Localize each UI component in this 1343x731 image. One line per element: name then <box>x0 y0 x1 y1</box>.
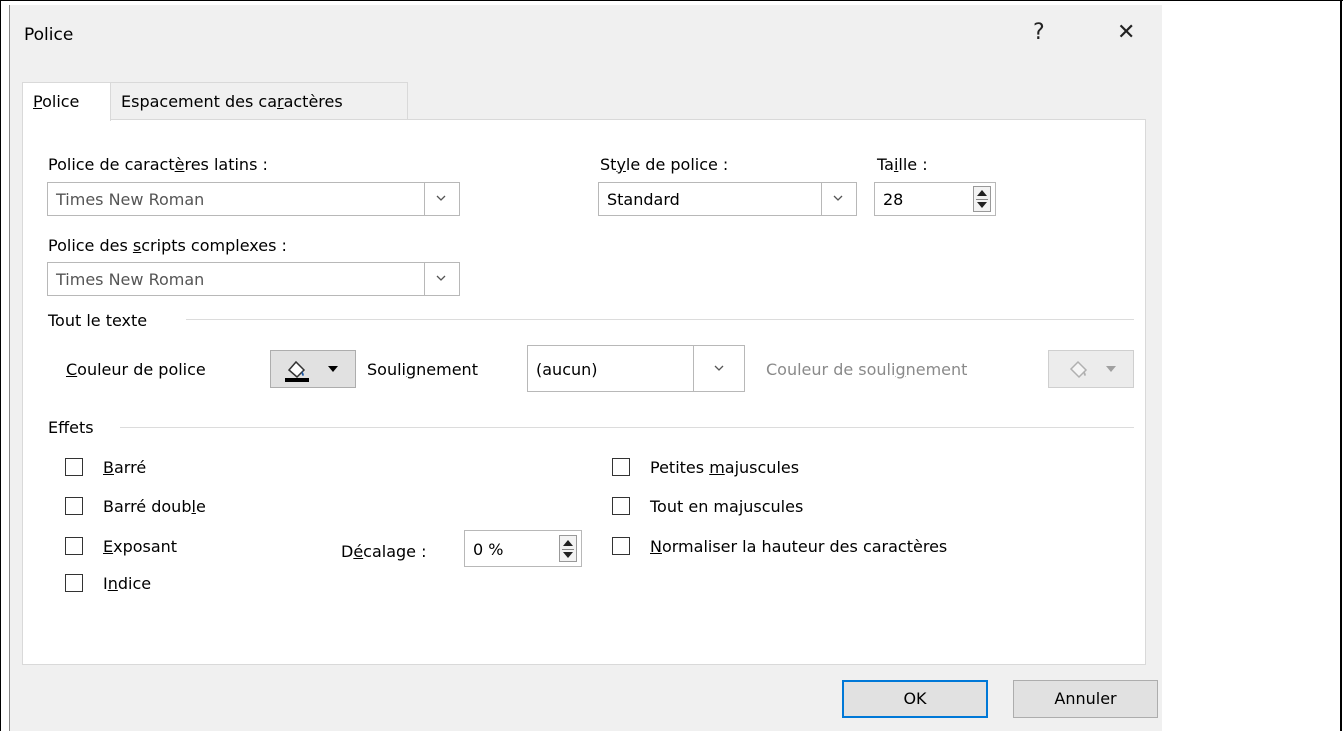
latin-font-value: Times New Roman <box>56 190 205 209</box>
dialog-title: Police <box>24 25 74 45</box>
font-style-combo[interactable]: Standard <box>598 182 857 216</box>
paint-bucket-icon <box>1069 360 1088 379</box>
offset-value: 0 % <box>473 540 504 559</box>
font-size-spinner[interactable] <box>973 186 991 212</box>
font-color-label: Couleur de police <box>66 360 206 379</box>
offset-field[interactable]: 0 % <box>464 530 582 567</box>
underline-value: (aucun) <box>536 360 598 379</box>
tab-label-accel: P <box>33 92 43 111</box>
window-frame-top <box>0 0 1343 1</box>
window-frame-right <box>1340 0 1342 731</box>
tab-label-accel: r <box>277 92 284 111</box>
font-style-label: Style de police : <box>600 155 729 174</box>
checkbox[interactable] <box>65 537 83 555</box>
effects-divider <box>120 427 1134 428</box>
underline-label: Soulignement <box>367 360 478 379</box>
dropdown-arrow-icon <box>1106 366 1116 372</box>
checkbox-label: Barré <box>103 458 147 477</box>
latin-font-combo[interactable]: Times New Roman <box>47 182 460 216</box>
latin-font-dropdown-button[interactable] <box>424 182 460 216</box>
chevron-down-icon <box>436 195 446 201</box>
complex-font-label: Police des scripts complexes : <box>48 236 287 255</box>
spin-up-icon[interactable] <box>563 540 573 546</box>
underline-color-button[interactable] <box>1048 350 1134 388</box>
dropdown-arrow-icon <box>328 366 338 372</box>
window-frame-left <box>0 0 1 731</box>
checkbox[interactable] <box>65 458 83 476</box>
font-size-value: 28 <box>883 190 904 209</box>
complex-font-dropdown-button[interactable] <box>424 262 460 296</box>
checkbox-label: Petites majuscules <box>650 458 800 477</box>
complex-font-value: Times New Roman <box>56 270 205 289</box>
chevron-down-icon <box>436 275 446 281</box>
checkbox[interactable] <box>65 497 83 515</box>
checkbox-label: Barré double <box>103 497 206 516</box>
underline-combo[interactable]: (aucun) <box>527 345 745 392</box>
effects-heading: Effets <box>48 418 94 437</box>
cancel-button[interactable]: Annuler <box>1013 680 1158 718</box>
underline-color-label: Couleur de soulignement <box>766 360 968 379</box>
spin-down-icon[interactable] <box>977 202 987 208</box>
all-text-heading: Tout le texte <box>48 311 148 330</box>
tab-label-pre: Espacement des ca <box>121 92 277 111</box>
font-style-value: Standard <box>607 190 680 209</box>
tab-label-post: olice <box>42 92 80 111</box>
latin-font-label: Police de caractères latins : <box>48 155 268 174</box>
font-color-button[interactable] <box>270 350 356 388</box>
chevron-down-icon <box>714 365 724 371</box>
help-button[interactable]: ? <box>1033 20 1045 45</box>
complex-font-combo[interactable]: Times New Roman <box>47 262 460 296</box>
checkbox-label: Tout en majuscules <box>650 497 804 516</box>
underline-dropdown-button[interactable] <box>693 345 745 392</box>
checkbox[interactable] <box>612 458 630 476</box>
paint-bucket-icon <box>285 360 309 382</box>
checkbox[interactable] <box>65 574 83 592</box>
tab-label-post: actères <box>283 92 343 111</box>
font-style-dropdown-button[interactable] <box>821 182 857 216</box>
checkbox[interactable] <box>612 497 630 515</box>
spin-down-icon[interactable] <box>563 552 573 558</box>
tab-police[interactable]: Police <box>22 82 111 121</box>
all-text-divider <box>186 319 1134 320</box>
chevron-down-icon <box>833 195 843 201</box>
font-size-label: Taille : <box>877 155 928 174</box>
spinner-divider <box>562 549 574 550</box>
checkbox[interactable] <box>612 537 630 555</box>
spinner-divider <box>976 199 988 200</box>
checkbox-label: Exposant <box>103 537 178 556</box>
offset-label: Décalage : <box>341 542 427 561</box>
close-button[interactable]: ✕ <box>1117 20 1135 45</box>
ok-button[interactable]: OK <box>842 680 988 718</box>
spin-up-icon[interactable] <box>977 190 987 196</box>
checkbox-label: Normaliser la hauteur des caractères <box>650 537 948 556</box>
offset-spinner[interactable] <box>559 535 577 562</box>
tab-espacement[interactable]: Espacement des caractères <box>110 82 408 120</box>
font-size-field[interactable]: 28 <box>874 182 996 216</box>
checkbox-label: Indice <box>103 574 152 593</box>
